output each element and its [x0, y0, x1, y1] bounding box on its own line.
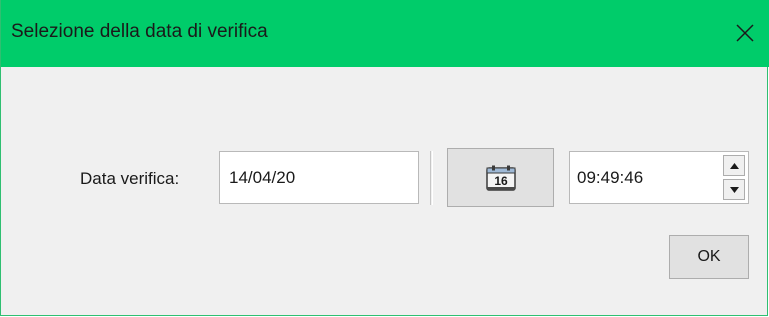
dialog-window: Selezione della data di verifica Data ve…	[0, 0, 769, 316]
time-decrement-button[interactable]	[723, 179, 745, 200]
date-field[interactable]	[219, 151, 419, 204]
calendar-button[interactable]: 16	[447, 148, 554, 207]
calendar-icon: 16	[485, 165, 516, 191]
window-title: Selezione della data di verifica	[11, 21, 268, 42]
time-value[interactable]: 09:49:46	[577, 152, 643, 203]
ok-button[interactable]: OK	[669, 235, 749, 279]
time-increment-button[interactable]	[723, 155, 745, 176]
separator	[430, 151, 433, 205]
close-icon	[736, 24, 754, 42]
title-bar: Selezione della data di verifica	[1, 0, 769, 67]
close-button[interactable]	[721, 0, 769, 66]
arrow-down-icon	[729, 186, 739, 193]
date-label: Data verifica:	[80, 169, 180, 188]
calendar-day-number: 16	[494, 174, 508, 188]
time-stepper[interactable]: 09:49:46	[569, 151, 749, 204]
arrow-up-icon	[729, 162, 739, 169]
